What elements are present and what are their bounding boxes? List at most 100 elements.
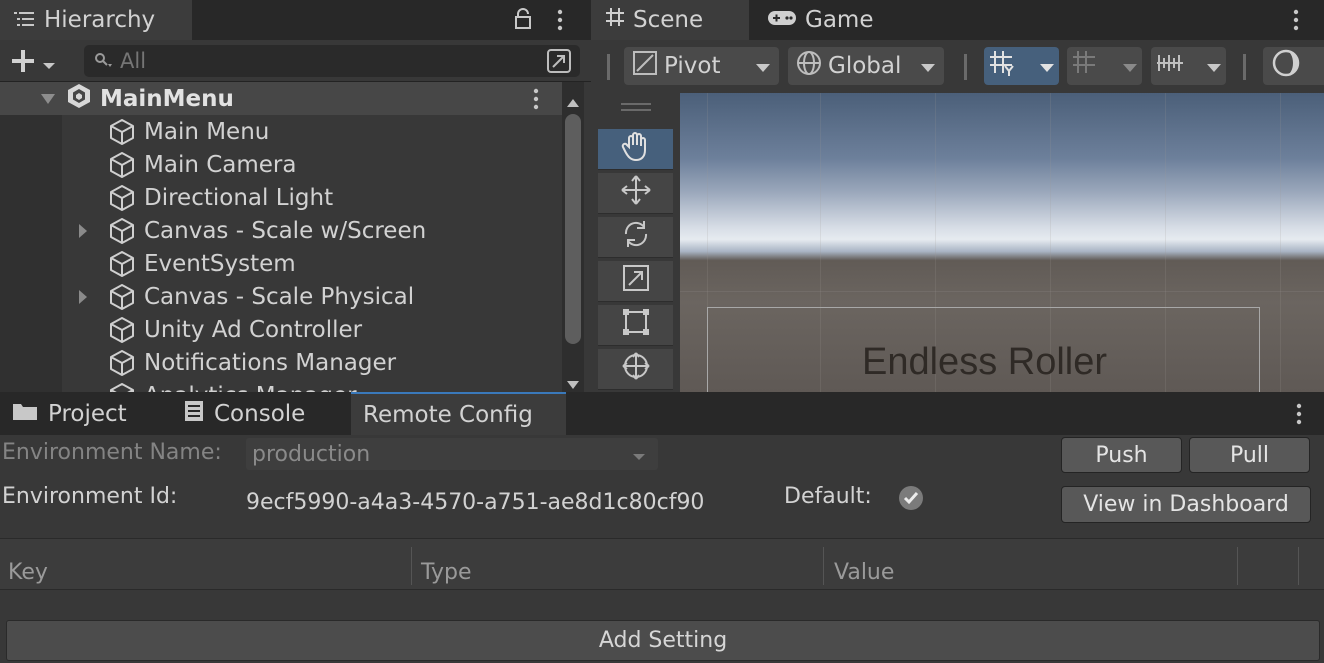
hierarchy-item[interactable]: EventSystem — [0, 247, 562, 280]
tools-overlay — [597, 93, 675, 392]
bottom-more-options-icon[interactable] — [1294, 402, 1304, 432]
environment-id-label: Environment Id: — [2, 484, 178, 509]
hierarchy-item[interactable]: Notifications Manager — [0, 346, 562, 379]
hierarchy-scrollbar[interactable] — [562, 82, 584, 392]
incremental-snap-toggle[interactable] — [1067, 47, 1142, 85]
pivot-dropdown[interactable]: Pivot — [624, 47, 779, 85]
column-value[interactable]: Value — [826, 539, 902, 591]
tab-hierarchy[interactable]: Hierarchy — [0, 0, 192, 40]
caret-down-icon — [42, 51, 56, 77]
scene-viewport[interactable]: Endless Roller — [680, 93, 1324, 392]
hierarchy-toolbar — [0, 40, 591, 82]
tab-game-label: Game — [805, 7, 874, 33]
gamepad-icon — [767, 7, 797, 33]
ruler-toggle[interactable] — [1151, 47, 1226, 85]
scene-more-options-icon[interactable] — [1291, 8, 1301, 38]
column-key[interactable]: Key — [0, 539, 56, 591]
gameobject-cube-icon — [108, 316, 136, 344]
hierarchy-item[interactable]: Analytics Manager — [0, 379, 562, 392]
console-icon — [184, 400, 204, 428]
add-setting-button[interactable]: Add Setting — [6, 620, 1320, 661]
scene-more-icon[interactable] — [531, 87, 541, 117]
create-dropdown-button[interactable] — [10, 48, 56, 80]
move-tool-button[interactable] — [598, 173, 673, 214]
tab-remote-config[interactable]: Remote Config — [351, 392, 566, 435]
gameobject-cube-icon — [108, 349, 136, 377]
transform-icon — [620, 350, 652, 388]
hierarchy-item[interactable]: Main Camera — [0, 148, 562, 181]
globe-icon — [796, 50, 822, 82]
environment-name-label: Environment Name: — [2, 440, 222, 465]
canvas-title-text: Endless Roller — [862, 341, 1107, 383]
search-options-icon[interactable] — [546, 48, 572, 79]
environment-name-select[interactable]: production — [246, 438, 658, 470]
move-arrows-icon — [620, 174, 652, 212]
view-tool-button[interactable] — [598, 129, 673, 170]
grid-dots-icon — [1071, 49, 1101, 83]
column-type[interactable]: Type — [413, 539, 480, 591]
hierarchy-item-label: Canvas - Scale w/Screen — [144, 217, 427, 244]
hierarchy-item[interactable]: Unity Ad Controller — [0, 313, 562, 346]
hierarchy-item-label: Notifications Manager — [144, 349, 397, 376]
tab-console[interactable]: Console — [172, 392, 348, 435]
search-icon — [94, 49, 114, 73]
hierarchy-item-label: Canvas - Scale Physical — [144, 283, 415, 310]
column-divider[interactable] — [1298, 547, 1299, 585]
column-divider[interactable] — [1237, 547, 1238, 585]
grid-snapping-toggle[interactable] — [984, 47, 1059, 85]
caret-down-icon — [920, 53, 936, 79]
view-in-dashboard-button[interactable]: View in Dashboard — [1061, 486, 1311, 523]
hierarchy-item-label: Main Menu — [144, 118, 270, 145]
bottom-tab-bar: Project Console Remote Config — [0, 392, 1324, 435]
hierarchy-item[interactable]: Directional Light — [0, 181, 562, 214]
pivot-icon — [632, 50, 658, 82]
rect-transform-icon — [620, 306, 652, 344]
overlay-grip[interactable] — [621, 103, 651, 105]
toolbar-separator — [964, 54, 967, 80]
tab-game[interactable]: Game — [753, 0, 883, 40]
grid-line — [680, 291, 1324, 292]
hand-icon — [620, 130, 652, 168]
remote-config-panel: Project Console Remote Config Environmen… — [0, 392, 1324, 663]
foldout-collapsed-icon[interactable] — [0, 289, 96, 305]
tab-scene[interactable]: Scene — [591, 0, 749, 40]
hierarchy-search-field[interactable] — [84, 45, 580, 77]
settings-table-header: Key Type Value — [0, 538, 1324, 590]
global-dropdown[interactable]: Global — [788, 47, 944, 85]
draw-mode-dropdown[interactable] — [1263, 47, 1324, 85]
foldout-collapsed-icon[interactable] — [0, 223, 96, 239]
hierarchy-item[interactable]: Main Menu — [0, 115, 562, 148]
plus-icon — [10, 48, 36, 80]
transform-tool-button[interactable] — [598, 349, 673, 390]
pull-button[interactable]: Pull — [1189, 437, 1310, 473]
tab-scene-label: Scene — [633, 7, 704, 33]
rect-tool-button[interactable] — [598, 305, 673, 346]
lock-icon[interactable] — [513, 8, 533, 36]
list-icon — [14, 7, 36, 33]
gameobject-cube-icon — [108, 151, 136, 179]
unity-scene-icon — [66, 83, 92, 115]
column-divider[interactable] — [823, 547, 824, 585]
canvas-bounds[interactable]: Endless Roller — [707, 307, 1260, 392]
foldout-expanded-icon[interactable] — [0, 93, 66, 105]
tab-project[interactable]: Project — [0, 392, 168, 435]
hierarchy-item[interactable]: Canvas - Scale Physical — [0, 280, 562, 313]
scale-tool-button[interactable] — [598, 261, 673, 302]
scroll-thumb[interactable] — [565, 114, 581, 344]
push-button[interactable]: Push — [1061, 437, 1182, 473]
ruler-icon — [1155, 50, 1185, 82]
hierarchy-item[interactable]: Canvas - Scale w/Screen — [0, 214, 562, 247]
scene-root-row[interactable]: MainMenu — [0, 82, 562, 115]
overlay-grip[interactable] — [621, 109, 651, 111]
scene-panel: Scene Game Pivot Global Endless Roller — [591, 0, 1324, 392]
scroll-up-icon[interactable] — [566, 88, 580, 114]
column-divider[interactable] — [411, 547, 412, 585]
hierarchy-search-input[interactable] — [120, 49, 520, 73]
toolbar-grip[interactable] — [607, 54, 610, 80]
gameobject-cube-icon — [108, 283, 136, 311]
tab-remote-config-label: Remote Config — [363, 401, 533, 428]
more-options-icon[interactable] — [555, 8, 565, 38]
default-checkbox[interactable] — [898, 485, 924, 517]
tab-project-label: Project — [48, 400, 127, 427]
rotate-tool-button[interactable] — [598, 217, 673, 258]
